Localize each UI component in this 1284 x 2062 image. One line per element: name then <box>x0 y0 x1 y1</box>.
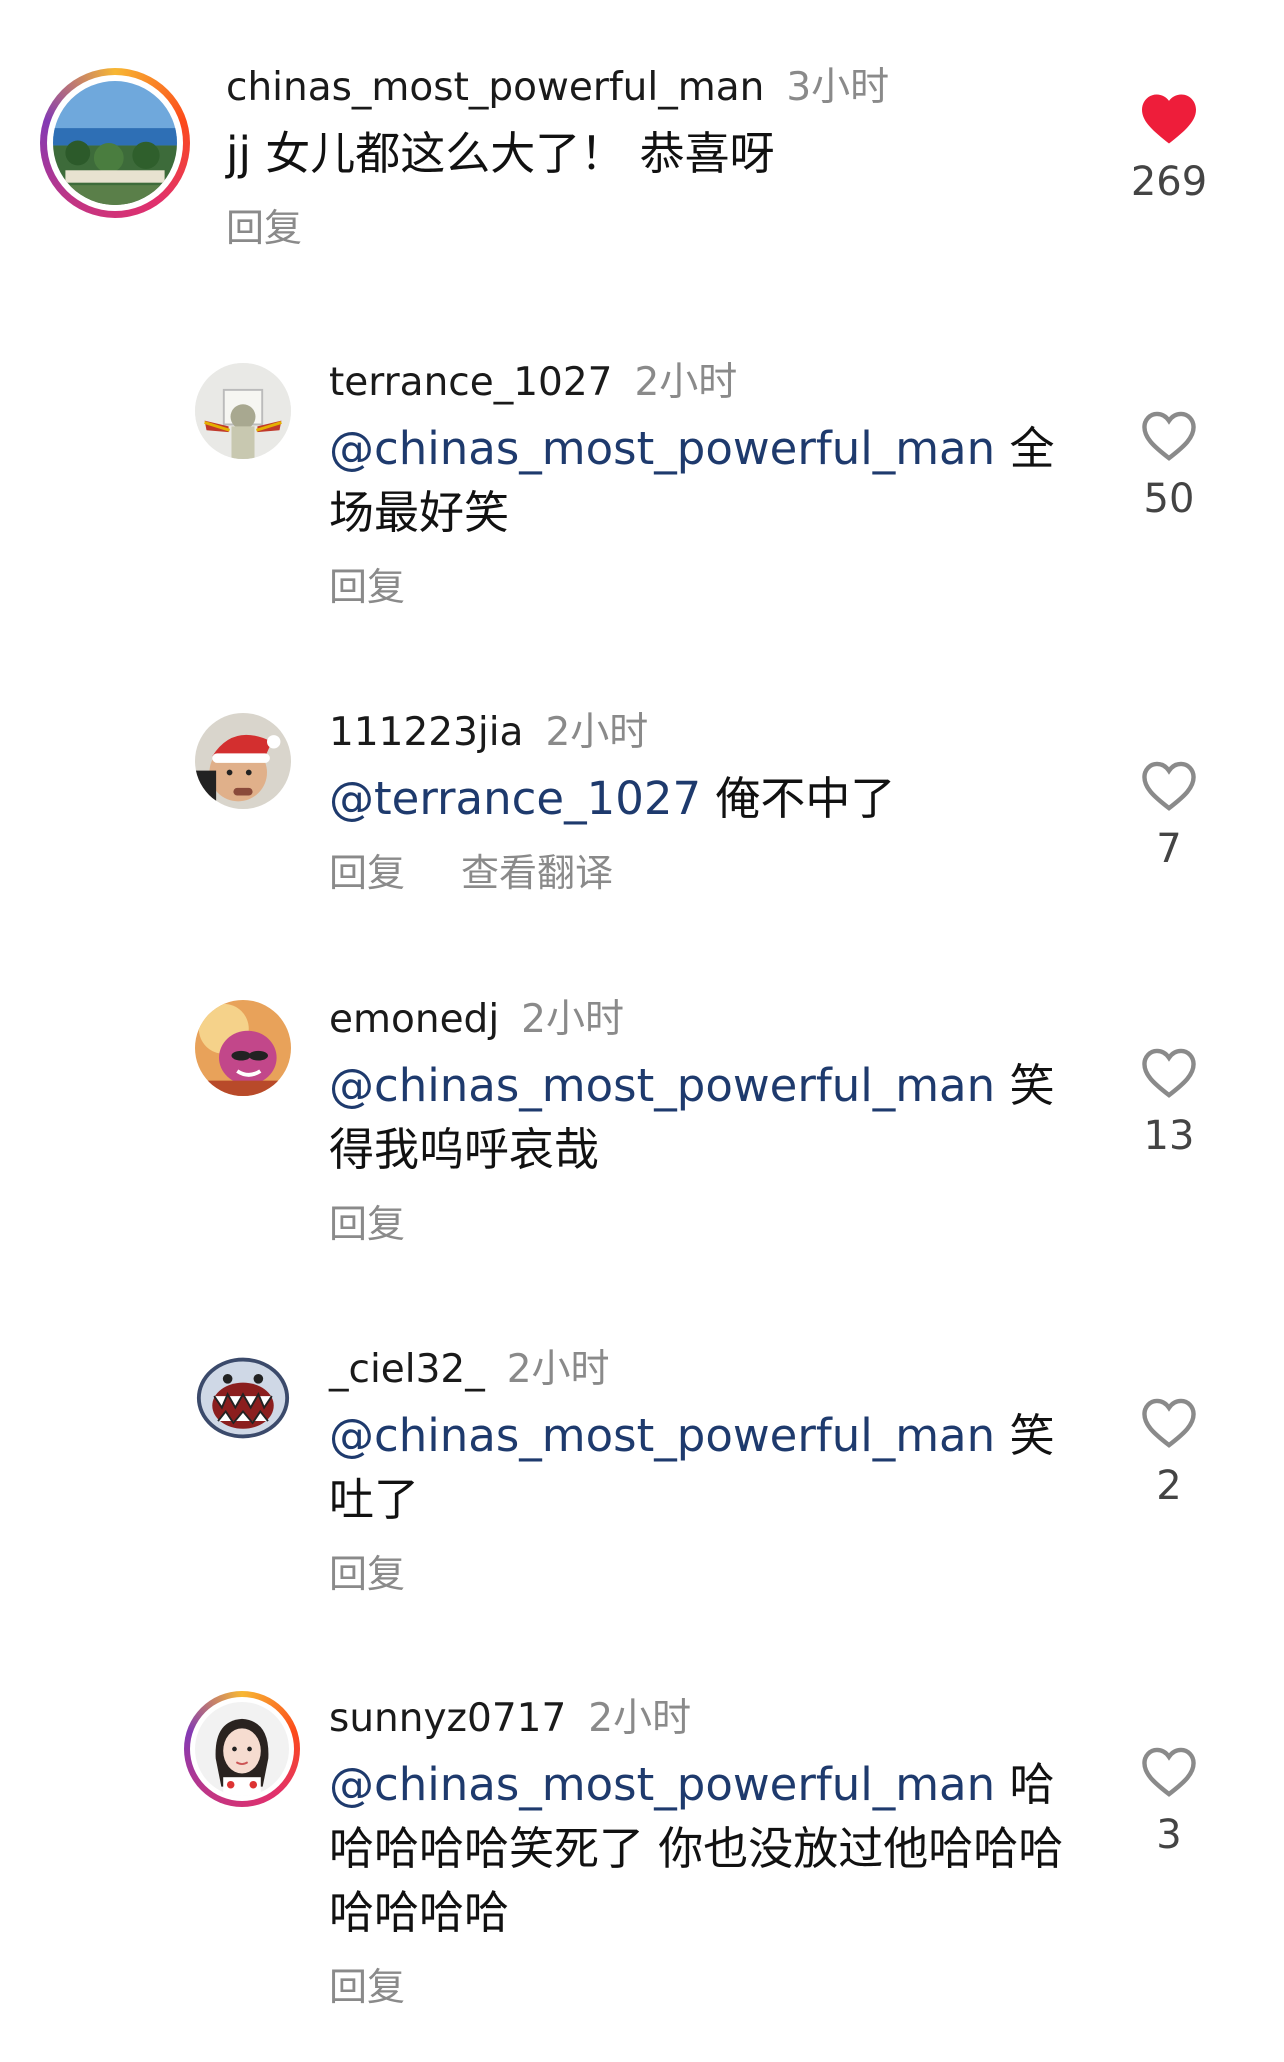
mention-link[interactable]: @chinas_most_powerful_man <box>329 1758 995 1811</box>
like-count: 7 <box>1156 826 1182 872</box>
comment-item: sunnyz0717 2小时 @chinas_most_powerful_man … <box>0 1691 1284 2031</box>
comment-username[interactable]: chinas_most_powerful_man <box>226 65 764 110</box>
seaside-avatar-icon <box>53 81 177 205</box>
person-arms-up-avatar-icon[interactable] <box>195 363 291 459</box>
comment-time: 2小时 <box>521 997 624 1042</box>
girl-portrait-avatar-icon <box>195 1702 289 1796</box>
comment-item: _ciel32_ 2小时 @chinas_most_powerful_man 笑吐… <box>0 1342 1284 1622</box>
like-count: 50 <box>1143 476 1195 522</box>
like-count: 13 <box>1143 1113 1195 1159</box>
comment-item: terrance_1027 2小时 @chinas_most_powerful_m… <box>0 355 1284 635</box>
comment-text: jj 女儿都这么大了！ 恭喜呀 <box>226 122 1094 186</box>
comment-body: jj 女儿都这么大了！ 恭喜呀 <box>226 127 775 180</box>
heart-outline-icon[interactable] <box>1139 409 1199 463</box>
like-count: 2 <box>1156 1463 1182 1509</box>
comment-item: chinas_most_powerful_man 3小时 jj 女儿都这么大了！ … <box>0 60 1284 260</box>
comment-text: @chinas_most_powerful_man 哈哈哈哈哈笑死了 你也没放过… <box>329 1753 1094 1945</box>
like-button[interactable]: 3 <box>1114 1745 1224 1863</box>
comment-time: 3小时 <box>786 65 890 110</box>
mention-link[interactable]: @chinas_most_powerful_man <box>329 422 995 475</box>
mention-link[interactable]: @chinas_most_powerful_man <box>329 1059 995 1112</box>
mention-link[interactable]: @terrance_1027 <box>329 772 701 825</box>
comment-text: @chinas_most_powerful_man 笑得我呜呼哀哉 <box>329 1054 1094 1182</box>
comment-text: @terrance_1027 俺不中了 <box>329 767 1094 831</box>
like-count: 269 <box>1130 159 1208 205</box>
reply-button[interactable]: 回复 <box>329 565 405 609</box>
heart-outline-icon[interactable] <box>1139 759 1199 813</box>
story-ring[interactable] <box>184 1691 300 1807</box>
like-button[interactable]: 50 <box>1114 409 1224 527</box>
comment-username[interactable]: sunnyz0717 <box>329 1696 566 1741</box>
reply-button[interactable]: 回复 <box>329 1552 405 1596</box>
heart-filled-icon[interactable] <box>1139 92 1199 146</box>
reply-button[interactable]: 回复 <box>329 1965 405 2009</box>
heart-outline-icon[interactable] <box>1139 1745 1199 1799</box>
mention-link[interactable]: @chinas_most_powerful_man <box>329 1409 995 1462</box>
comment-username[interactable]: terrance_1027 <box>329 360 612 405</box>
comment-username[interactable]: 111223jia <box>329 710 523 755</box>
comment-item: emonedj 2小时 @chinas_most_powerful_man 笑得我… <box>0 992 1284 1272</box>
comment-time: 2小时 <box>634 360 738 405</box>
comment-time: 2小时 <box>545 710 649 755</box>
reply-button[interactable]: 回复 <box>329 851 405 895</box>
story-ring[interactable] <box>40 68 190 218</box>
like-button[interactable]: 7 <box>1114 759 1224 877</box>
comment-text: @chinas_most_powerful_man 全场最好笑 <box>329 417 1094 545</box>
comment-time: 2小时 <box>588 1696 692 1741</box>
reply-button[interactable]: 回复 <box>329 1202 405 1246</box>
comment-text: @chinas_most_powerful_man 笑吐了 <box>329 1404 1094 1532</box>
comment-username[interactable]: _ciel32_ <box>329 1347 485 1392</box>
comment-username[interactable]: emonedj <box>329 997 499 1042</box>
like-button[interactable]: 2 <box>1114 1396 1224 1514</box>
like-count: 3 <box>1156 1812 1182 1858</box>
comment-body: 俺不中了 <box>701 772 896 825</box>
like-button[interactable]: 269 <box>1114 92 1224 210</box>
heart-outline-icon[interactable] <box>1139 1396 1199 1450</box>
comment-time: 2小时 <box>506 1347 610 1392</box>
heart-outline-icon[interactable] <box>1139 1046 1199 1100</box>
comment-item: 111223jia 2小时 @terrance_1027 俺不中了 回复 查看翻译 … <box>0 705 1284 925</box>
cartoon-shark-avatar-icon[interactable] <box>195 1350 291 1446</box>
santa-hat-avatar-icon[interactable] <box>195 713 291 809</box>
reply-button[interactable]: 回复 <box>226 206 302 250</box>
cartoon-character-avatar-icon[interactable] <box>195 1000 291 1096</box>
see-translation-button[interactable]: 查看翻译 <box>461 851 613 895</box>
like-button[interactable]: 13 <box>1114 1046 1224 1164</box>
